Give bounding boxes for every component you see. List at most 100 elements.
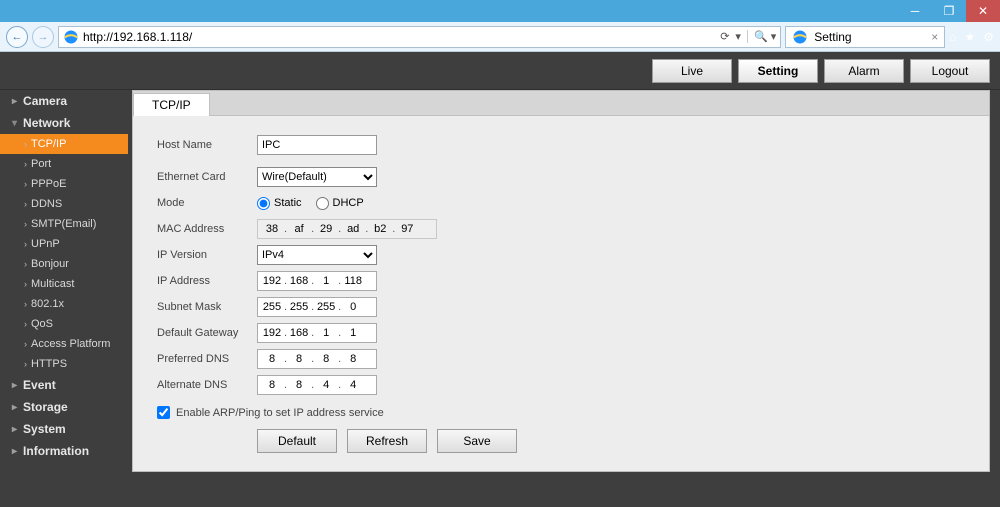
- gateway-field[interactable]: . . .: [257, 323, 377, 343]
- mode-static-radio[interactable]: Static: [257, 197, 302, 210]
- ip-octet[interactable]: [260, 275, 284, 287]
- mode-dhcp-radio[interactable]: DHCP: [316, 197, 364, 210]
- mac-octet: [314, 223, 338, 235]
- url-field[interactable]: ⟳ ▾ 🔍 ▾: [58, 26, 781, 48]
- back-button[interactable]: ←: [6, 26, 28, 48]
- sidebar-item-bonjour[interactable]: ›Bonjour: [0, 254, 128, 274]
- sidebar-item-label: HTTPS: [31, 357, 67, 371]
- sidebar-cat-network[interactable]: ▾Network: [0, 112, 128, 134]
- home-icon[interactable]: ⌂: [949, 30, 956, 44]
- mac-octet: [260, 223, 284, 235]
- tab-title: Setting: [814, 30, 851, 44]
- ethernet-card-select[interactable]: Wire(Default): [257, 167, 377, 187]
- tab-close-icon[interactable]: ×: [931, 30, 938, 44]
- ip-octet[interactable]: [287, 353, 311, 365]
- sidebar-cat-label: Information: [23, 444, 89, 458]
- ip-octet[interactable]: [341, 379, 365, 391]
- sidebar-item-ddns[interactable]: ›DDNS: [0, 194, 128, 214]
- sidebar-cat-storage[interactable]: ▸Storage: [0, 396, 128, 418]
- ip-octet[interactable]: [287, 379, 311, 391]
- arp-ping-checkbox[interactable]: [157, 406, 170, 419]
- sidebar-item-8021x[interactable]: ›802.1x: [0, 294, 128, 314]
- tools-icon[interactable]: ⚙: [983, 30, 994, 44]
- header-live-button[interactable]: Live: [652, 59, 732, 83]
- chevron-right-icon: ›: [24, 277, 27, 291]
- sidebar-item-smtp[interactable]: ›SMTP(Email): [0, 214, 128, 234]
- default-button[interactable]: Default: [257, 429, 337, 453]
- window-close-button[interactable]: ✕: [966, 0, 1000, 22]
- ip-octet[interactable]: [341, 301, 365, 313]
- sidebar-cat-system[interactable]: ▸System: [0, 418, 128, 440]
- ip-octet[interactable]: [341, 353, 365, 365]
- sidebar-item-label: DDNS: [31, 197, 62, 211]
- label-ip-address: IP Address: [157, 275, 257, 287]
- subnet-mask-field[interactable]: . . .: [257, 297, 377, 317]
- search-icon[interactable]: 🔍 ▾: [747, 30, 776, 43]
- browser-tab[interactable]: Setting ×: [785, 26, 945, 48]
- ip-octet[interactable]: [260, 353, 284, 365]
- preferred-dns-field[interactable]: . . .: [257, 349, 377, 369]
- sidebar-item-port[interactable]: ›Port: [0, 154, 128, 174]
- chevron-right-icon: ›: [24, 337, 27, 351]
- ip-octet[interactable]: [260, 379, 284, 391]
- ip-octet[interactable]: [287, 275, 311, 287]
- ip-octet[interactable]: [341, 275, 365, 287]
- refresh-button[interactable]: Refresh: [347, 429, 427, 453]
- dropdown-icon[interactable]: ▾: [735, 30, 741, 43]
- arp-ping-label: Enable ARP/Ping to set IP address servic…: [176, 407, 384, 419]
- sidebar-item-qos[interactable]: ›QoS: [0, 314, 128, 334]
- label-ip-version: IP Version: [157, 249, 257, 261]
- settings-panel: TCP/IP Host Name Ethernet Card Wire(Defa…: [132, 90, 990, 472]
- header-logout-button[interactable]: Logout: [910, 59, 990, 83]
- sidebar-cat-label: Network: [23, 116, 70, 130]
- header-alarm-button[interactable]: Alarm: [824, 59, 904, 83]
- host-name-input[interactable]: [257, 135, 377, 155]
- chevron-right-icon: ▸: [12, 380, 17, 391]
- url-input[interactable]: [83, 30, 716, 44]
- ip-octet[interactable]: [341, 327, 365, 339]
- sidebar-item-https[interactable]: ›HTTPS: [0, 354, 128, 374]
- window-maximize-button[interactable]: ❐: [932, 0, 966, 22]
- ip-octet[interactable]: [314, 353, 338, 365]
- sidebar-item-upnp[interactable]: ›UPnP: [0, 234, 128, 254]
- forward-button[interactable]: →: [32, 26, 54, 48]
- ip-octet[interactable]: [287, 301, 311, 313]
- tab-tcpip[interactable]: TCP/IP: [133, 93, 210, 116]
- sidebar-cat-event[interactable]: ▸Event: [0, 374, 128, 396]
- favorites-icon[interactable]: ★: [964, 30, 975, 44]
- sidebar-item-label: QoS: [31, 317, 53, 331]
- ip-version-select[interactable]: IPv4: [257, 245, 377, 265]
- ip-address-field[interactable]: . . .: [257, 271, 377, 291]
- ie-icon: [792, 29, 808, 45]
- ip-octet[interactable]: [314, 301, 338, 313]
- ip-octet[interactable]: [314, 379, 338, 391]
- sidebar-item-label: Port: [31, 157, 51, 171]
- label-subnet: Subnet Mask: [157, 301, 257, 313]
- sidebar-item-access-platform[interactable]: › Access Platform: [0, 334, 128, 354]
- ip-octet[interactable]: [314, 327, 338, 339]
- label-mode: Mode: [157, 197, 257, 209]
- sidebar-item-multicast[interactable]: ›Multicast: [0, 274, 128, 294]
- ip-octet[interactable]: [260, 327, 284, 339]
- sidebar-cat-camera[interactable]: ▸Camera: [0, 90, 128, 112]
- window-titlebar: ─ ❐ ✕: [0, 0, 1000, 22]
- chevron-right-icon: ▸: [12, 424, 17, 435]
- save-button[interactable]: Save: [437, 429, 517, 453]
- window-minimize-button[interactable]: ─: [898, 0, 932, 22]
- alternate-dns-field[interactable]: . . .: [257, 375, 377, 395]
- sidebar-item-tcpip[interactable]: ›TCP/IP: [0, 134, 128, 154]
- sidebar-item-label: TCP/IP: [31, 137, 66, 151]
- header-setting-button[interactable]: Setting: [738, 59, 818, 83]
- sidebar-item-pppoe[interactable]: ›PPPoE: [0, 174, 128, 194]
- ip-octet[interactable]: [287, 327, 311, 339]
- radio-label: Static: [274, 197, 302, 209]
- sidebar: ▸Camera ▾Network ›TCP/IP ›Port ›PPPoE ›D…: [0, 90, 128, 507]
- sidebar-item-label: Access Platform: [31, 337, 110, 351]
- refresh-icon[interactable]: ⟳: [720, 30, 729, 43]
- ip-octet[interactable]: [260, 301, 284, 313]
- chevron-right-icon: ›: [24, 177, 27, 191]
- ip-octet[interactable]: [314, 275, 338, 287]
- app-root: Live Setting Alarm Logout ▸Camera ▾Netwo…: [0, 52, 1000, 507]
- sidebar-cat-label: Storage: [23, 400, 68, 414]
- sidebar-cat-information[interactable]: ▸Information: [0, 440, 128, 462]
